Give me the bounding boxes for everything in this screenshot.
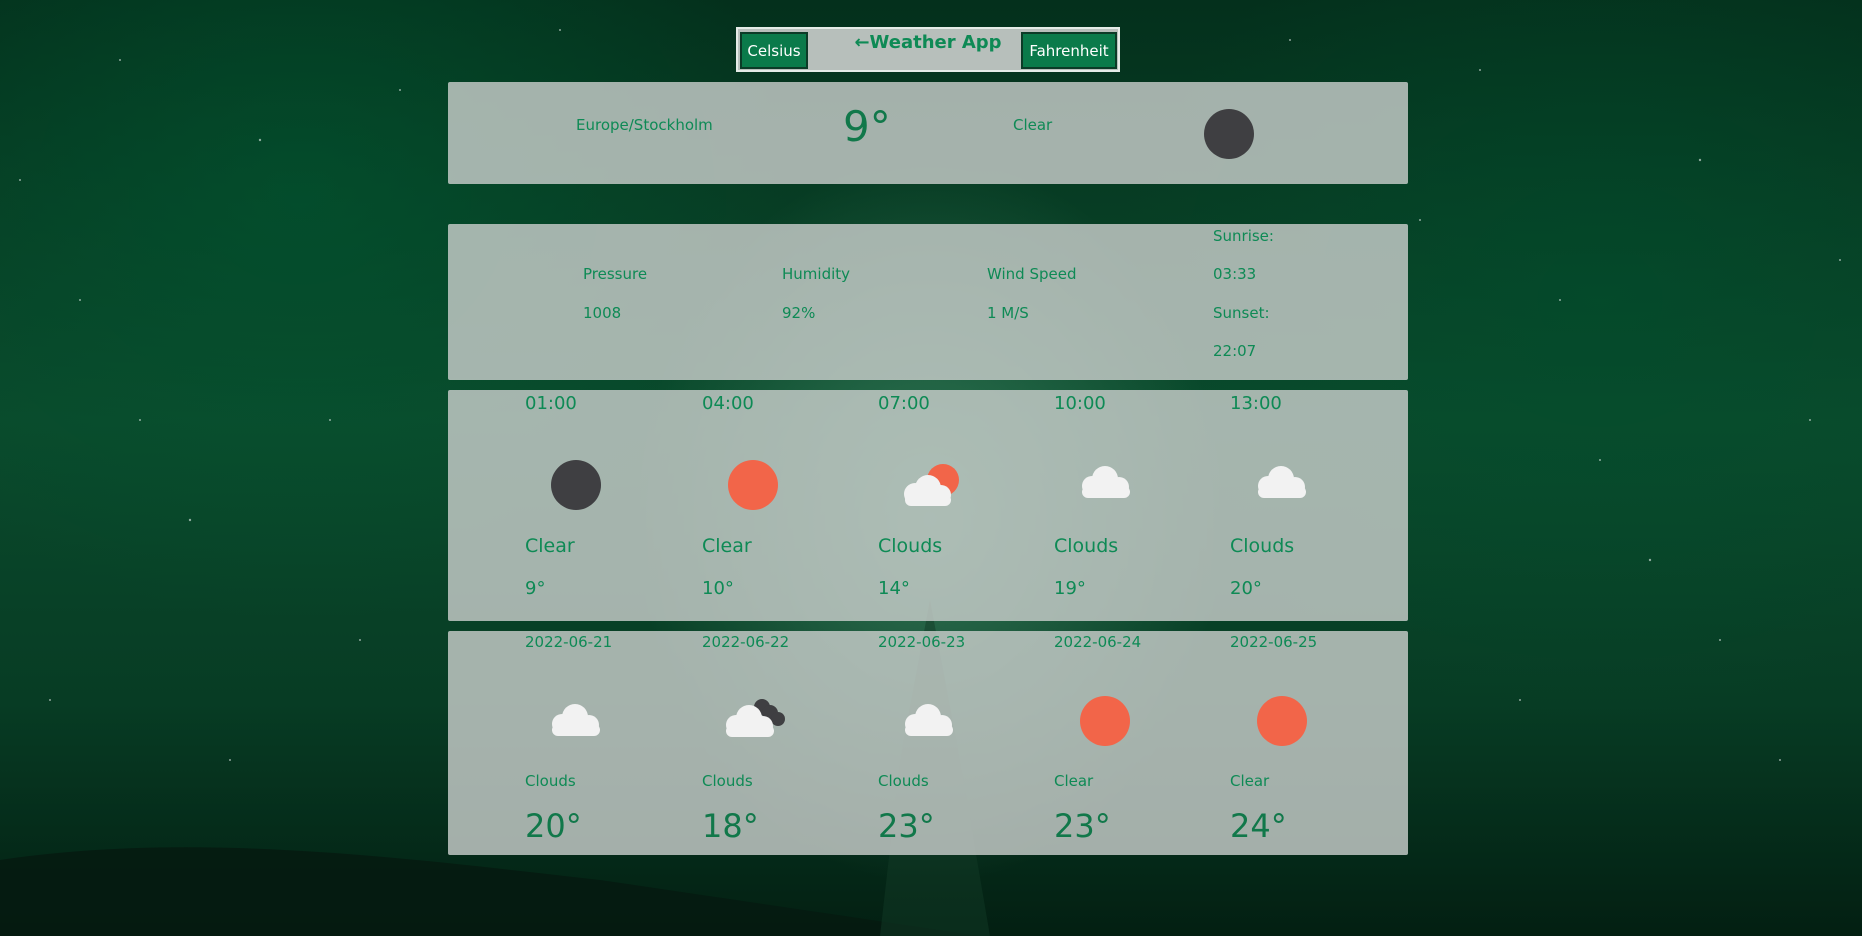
moon-icon	[551, 460, 601, 510]
day-condition: Clouds	[878, 772, 929, 790]
day-condition: Clear	[1230, 772, 1270, 790]
hour-condition: Clouds	[1230, 535, 1295, 557]
dark-clouds-icon	[726, 699, 785, 737]
hour-temperature: 10°	[702, 578, 734, 599]
day-date: 2022-06-22	[702, 633, 790, 651]
hour-condition: Clouds	[878, 535, 943, 557]
pressure-value: 1008	[583, 304, 622, 322]
celsius-button[interactable]: Celsius	[740, 32, 808, 69]
day-condition: Clouds	[702, 772, 753, 790]
current-condition: Clear	[1013, 116, 1053, 134]
cloud-icon	[1082, 466, 1130, 498]
hour-condition: Clouds	[1054, 535, 1119, 557]
current-weather-panel: Europe/Stockholm 9° Clear	[448, 82, 1408, 184]
day-condition: Clouds	[525, 772, 576, 790]
app-title[interactable]: ←Weather App	[843, 32, 1013, 53]
hour-temperature: 20°	[1230, 578, 1262, 599]
humidity-value: 92%	[782, 304, 816, 322]
daily-forecast-panel: 2022-06-21 Clouds 20° 2022-06-22 Clouds …	[448, 631, 1408, 855]
day-temperature: 18°	[702, 807, 759, 845]
moon-icon	[1204, 109, 1254, 159]
wind-speed-label: Wind Speed	[987, 265, 1077, 283]
hour-condition: Clear	[525, 535, 575, 557]
hour-temperature: 14°	[878, 578, 910, 599]
wind-speed-value: 1 M/S	[987, 304, 1029, 322]
details-panel: Pressure 1008 Humidity 92% Wind Speed 1 …	[448, 224, 1408, 380]
day-date: 2022-06-25	[1230, 633, 1318, 651]
sun-icon	[1257, 696, 1307, 746]
humidity-label: Humidity	[782, 265, 851, 283]
sunset-label: Sunset:	[1213, 304, 1270, 322]
day-temperature: 23°	[1054, 807, 1111, 845]
hour-temperature: 9°	[525, 578, 546, 599]
day-temperature: 24°	[1230, 807, 1287, 845]
current-temperature: 9°	[843, 102, 891, 151]
sunrise-label: Sunrise:	[1213, 227, 1274, 245]
sunrise-value: 03:33	[1213, 265, 1257, 283]
day-date: 2022-06-24	[1054, 633, 1142, 651]
hour-time: 07:00	[878, 393, 930, 414]
sun-icon	[1080, 696, 1130, 746]
day-temperature: 20°	[525, 807, 582, 845]
day-temperature: 23°	[878, 807, 935, 845]
cloud-icon	[552, 704, 600, 736]
sun-icon	[728, 460, 778, 510]
hour-time: 13:00	[1230, 393, 1282, 414]
hour-temperature: 19°	[1054, 578, 1086, 599]
hour-time: 04:00	[702, 393, 754, 414]
day-date: 2022-06-21	[525, 633, 613, 651]
hour-time: 10:00	[1054, 393, 1106, 414]
hourly-forecast-panel: 01:00 Clear 9° 04:00 Clear 10° 07:00 Clo…	[448, 390, 1408, 621]
day-date: 2022-06-23	[878, 633, 966, 651]
cloud-icon	[905, 704, 953, 736]
day-condition: Clear	[1054, 772, 1094, 790]
location-label: Europe/Stockholm	[576, 116, 713, 134]
sunset-value: 22:07	[1213, 342, 1257, 360]
cloud-icon	[1258, 466, 1306, 498]
header-bar: Celsius ←Weather App Fahrenheit	[736, 27, 1120, 72]
hour-time: 01:00	[525, 393, 577, 414]
pressure-label: Pressure	[583, 265, 648, 283]
fahrenheit-button[interactable]: Fahrenheit	[1021, 32, 1117, 69]
sun-behind-cloud-icon	[904, 464, 959, 506]
hour-condition: Clear	[702, 535, 752, 557]
